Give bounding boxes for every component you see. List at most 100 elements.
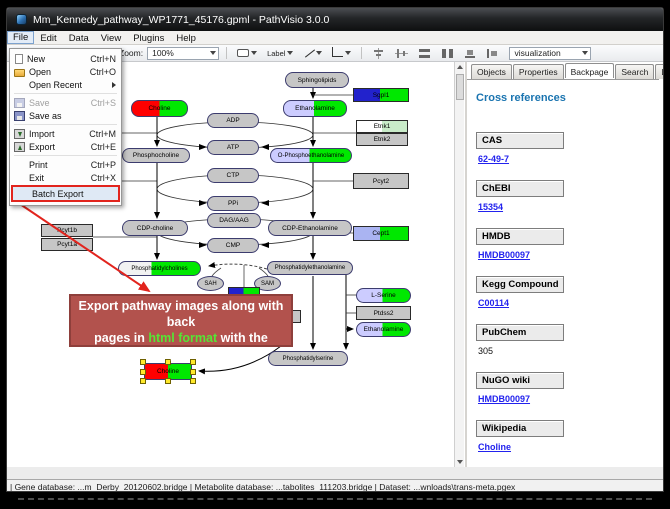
- menu-separator: [14, 124, 117, 125]
- gene-etnk1[interactable]: Etnk1: [356, 120, 408, 133]
- file-menu-save[interactable]: Save Ctrl+S: [10, 96, 121, 109]
- gene-cept1[interactable]: Cept1: [353, 226, 409, 241]
- menu-item-shortcut: Ctrl+X: [91, 173, 116, 183]
- menu-item-label: Save: [29, 98, 87, 108]
- file-menu-open-recent[interactable]: Open Recent: [10, 78, 121, 91]
- xref-link[interactable]: 62-49-7: [478, 154, 509, 164]
- gene-sgpl1[interactable]: Sgpl1: [353, 88, 409, 102]
- connector-tool-button[interactable]: [329, 47, 354, 59]
- visualization-combobox[interactable]: visualization: [509, 47, 591, 60]
- node-ethanolamine-top[interactable]: Ethanolamine: [283, 100, 347, 117]
- batch-export-highlight-box: Batch Export: [11, 185, 120, 202]
- node-atp[interactable]: ATP: [207, 140, 259, 155]
- node-choline-top[interactable]: Choline: [131, 100, 188, 117]
- node-ctp[interactable]: CTP: [207, 168, 259, 183]
- toolbar-separator: [226, 47, 227, 59]
- gene-pcyt2[interactable]: Pcyt2: [353, 173, 409, 189]
- canvas-vertical-scrollbar[interactable]: [454, 62, 464, 467]
- menu-item-label: Print: [29, 160, 87, 170]
- window-bottom-edge: [18, 498, 652, 500]
- file-menu-open[interactable]: Open Ctrl+O: [10, 65, 121, 78]
- file-menu-export[interactable]: Export Ctrl+E: [10, 140, 121, 153]
- selection-handle[interactable]: [140, 378, 146, 384]
- node-ethanolamine-bottom[interactable]: Ethanolamine: [356, 322, 411, 337]
- node-choline-selected[interactable]: Choline: [144, 363, 192, 380]
- menu-separator: [14, 155, 117, 156]
- node-cdp-ethanolamine[interactable]: CDP-Ethanolamine: [268, 220, 352, 236]
- node-ppi[interactable]: PPi: [207, 196, 259, 211]
- xref-value: 305: [478, 346, 493, 356]
- node-phosphatidylcholines[interactable]: Phosphatidylcholines: [118, 261, 201, 276]
- menu-item-label: Batch Export: [32, 189, 113, 199]
- elbow-connector-icon: [332, 47, 343, 57]
- scrollbar-thumb[interactable]: [456, 74, 464, 100]
- xref-section-pubchem: PubChem 305: [476, 324, 659, 359]
- menu-plugins[interactable]: Plugins: [127, 31, 170, 44]
- tab-properties[interactable]: Properties: [513, 64, 564, 79]
- stack-horizontal-button[interactable]: [438, 46, 457, 61]
- node-sah[interactable]: SAH: [197, 276, 224, 291]
- zoom-combobox[interactable]: 100%: [147, 47, 219, 60]
- datanode-tool-button[interactable]: [234, 47, 260, 59]
- selection-handle[interactable]: [190, 378, 196, 384]
- gene-pcyt1a[interactable]: Pcyt1a: [41, 238, 93, 251]
- gene-pcyt1b[interactable]: Pcyt1b: [41, 224, 93, 237]
- selection-handle[interactable]: [140, 369, 146, 375]
- file-menu-save-as[interactable]: Save as: [10, 109, 121, 122]
- line-icon: [303, 48, 314, 59]
- xref-link[interactable]: Choline: [478, 442, 511, 452]
- scroll-up-icon[interactable]: [457, 65, 463, 69]
- node-phosphocholine[interactable]: Phosphocholine: [122, 148, 190, 163]
- gene-etnk2[interactable]: Etnk2: [356, 133, 408, 146]
- file-menu-print[interactable]: Print Ctrl+P: [10, 158, 121, 171]
- xref-link[interactable]: HMDB00097: [478, 394, 530, 404]
- tab-search[interactable]: Search: [615, 64, 654, 79]
- node-dag-aag[interactable]: DAG/AAG: [207, 213, 261, 228]
- xref-link[interactable]: C00114: [478, 298, 509, 308]
- node-cmp[interactable]: CMP: [207, 238, 259, 253]
- gene-ptdss2[interactable]: Ptdss2: [356, 306, 411, 320]
- node-sphingolipids[interactable]: Sphingolipids: [285, 72, 349, 88]
- xref-link[interactable]: HMDB00097: [478, 250, 530, 260]
- open-folder-icon: [14, 69, 25, 77]
- menu-data[interactable]: Data: [63, 31, 95, 44]
- menu-item-spacer: [14, 173, 25, 183]
- stack-vertical-button[interactable]: [415, 46, 434, 61]
- label-tool-button[interactable]: Label: [264, 47, 296, 60]
- file-menu-import[interactable]: Import Ctrl+M: [10, 127, 121, 140]
- file-menu-exit[interactable]: Exit Ctrl+X: [10, 171, 121, 184]
- menu-help[interactable]: Help: [170, 31, 202, 44]
- file-menu-new[interactable]: New Ctrl+N: [10, 52, 121, 65]
- menu-edit[interactable]: Edit: [34, 31, 62, 44]
- node-phosphatidylethanolamine[interactable]: Phosphatidylethanolamine: [267, 261, 353, 275]
- new-document-icon: [15, 54, 23, 64]
- align-top-button[interactable]: [461, 46, 479, 61]
- node-adp[interactable]: ADP: [207, 113, 259, 128]
- line-tool-button[interactable]: [300, 46, 325, 61]
- file-menu-batch-export[interactable]: Batch Export: [13, 187, 118, 200]
- toolbar-separator: [361, 47, 362, 59]
- chevron-down-icon: [582, 51, 588, 55]
- app-icon: [16, 14, 27, 25]
- selection-handle[interactable]: [190, 369, 196, 375]
- tab-objects[interactable]: Objects: [471, 64, 512, 79]
- align-horizontal-center-button[interactable]: [392, 46, 411, 61]
- node-l-serine[interactable]: L-Serine: [356, 288, 411, 303]
- side-panel-tabs: Objects Properties Backpage Search Legen…: [467, 64, 659, 79]
- menu-item-shortcut: Ctrl+N: [90, 54, 116, 64]
- node-o-phosphoethanolamine[interactable]: O-Phosphoethanolamine: [270, 148, 352, 163]
- align-vertical-center-button[interactable]: [369, 46, 388, 61]
- node-cdp-choline[interactable]: CDP-choline: [122, 220, 188, 236]
- xref-link[interactable]: 15354: [478, 202, 503, 212]
- scroll-down-icon[interactable]: [457, 460, 463, 464]
- align-left-button[interactable]: [483, 46, 501, 61]
- tab-backpage[interactable]: Backpage: [565, 63, 615, 78]
- tab-legend[interactable]: Legend: [655, 64, 664, 79]
- menu-item-shortcut: Ctrl+E: [91, 142, 116, 152]
- xref-section-nugo: NuGO wiki HMDB00097: [476, 372, 659, 407]
- chevron-down-icon: [287, 51, 293, 55]
- menu-bar: File Edit Data View Plugins Help: [7, 31, 663, 45]
- menu-file[interactable]: File: [7, 31, 34, 44]
- menu-view[interactable]: View: [95, 31, 127, 44]
- selection-handle[interactable]: [165, 378, 171, 384]
